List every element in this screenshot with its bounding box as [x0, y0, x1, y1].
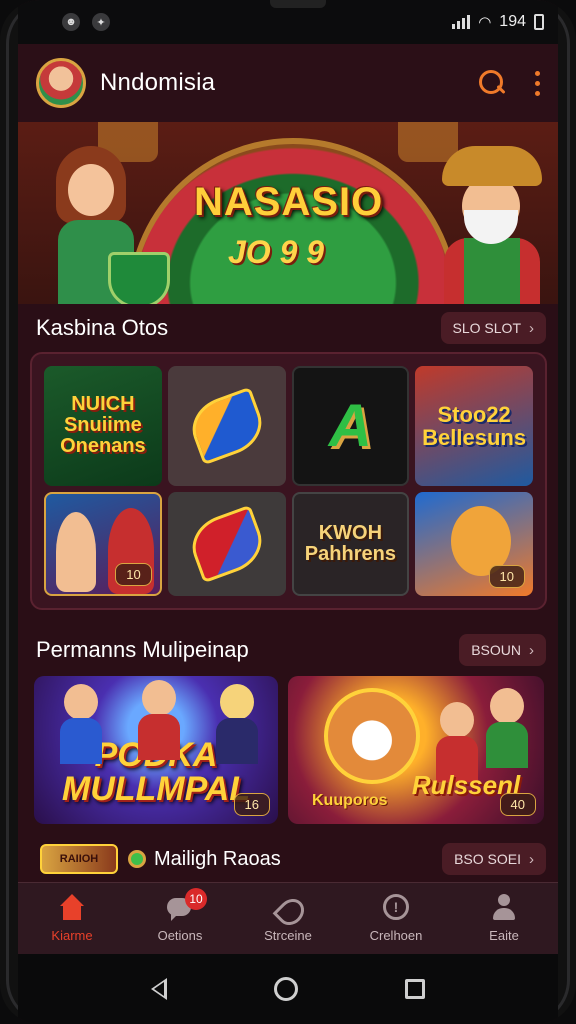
section-title: Permanns Mulipeinap: [36, 637, 249, 662]
multiplayer-card[interactable]: Rulssenl Kuuporos 40: [288, 676, 544, 824]
battery-icon: [534, 14, 544, 30]
game-tile[interactable]: [167, 491, 286, 596]
nav-item-feather[interactable]: Strceine: [234, 883, 342, 954]
character-figure: [486, 688, 528, 768]
character-figure: [56, 511, 96, 592]
slot-games-panel: NUICH Snuiime Onenans A Stoo22 Bellesuns…: [30, 352, 547, 610]
game-tile[interactable]: [167, 366, 286, 486]
live-games-row: RAIIOH Mailigh Raoas BSO SOEI ›: [40, 842, 546, 876]
game-tile[interactable]: A: [291, 366, 410, 486]
chat-icon: 10: [165, 888, 207, 922]
swirl-logo-icon: [183, 386, 270, 465]
phone-frame: ☻ ✦ ◠ 194 Nndomisia NASASIO JO 9 9 Kasbi…: [0, 0, 576, 1024]
game-title: A: [328, 392, 373, 460]
camera-notch: [270, 0, 326, 8]
live-status-icon: [128, 850, 146, 868]
hero-banner[interactable]: NASASIO JO 9 9: [18, 122, 558, 304]
app-screen: ☻ ✦ ◠ 194 Nndomisia NASASIO JO 9 9 Kasbi…: [18, 0, 558, 1024]
game-title: NUICH Snuiime Onenans: [60, 393, 146, 458]
multiplayer-see-all-button[interactable]: BSOUN ›: [459, 634, 546, 666]
game-tile[interactable]: 10: [44, 491, 162, 596]
character-figure: [216, 684, 258, 764]
swirl-logo-icon: [183, 504, 270, 583]
nav-label: Kiarme: [51, 928, 93, 943]
pill-label: BSOUN: [471, 642, 521, 658]
player-count-badge: 10: [115, 563, 152, 586]
wifi-icon: ◠: [478, 14, 492, 31]
chevron-right-icon: ›: [529, 641, 534, 659]
game-tile[interactable]: KWOH Pahhrens: [291, 491, 410, 596]
nav-item-home[interactable]: Kiarme: [18, 883, 126, 954]
nav-label: Strceine: [264, 928, 312, 943]
app-title: Nndomisia: [100, 69, 216, 96]
nav-item-info[interactable]: Crelhoen: [342, 883, 450, 954]
dog-character: [324, 688, 420, 784]
player-count-badge: 40: [499, 793, 536, 816]
chevron-right-icon: ›: [529, 319, 534, 337]
app-header: Nndomisia: [18, 44, 558, 122]
more-vertical-icon[interactable]: [535, 70, 540, 96]
live-game-thumbnail[interactable]: RAIIOH: [40, 844, 118, 874]
hero-character-man: [428, 146, 556, 304]
game-title: KWOH Pahhrens: [304, 521, 396, 565]
game-tile[interactable]: NUICH Snuiime Onenans: [44, 366, 162, 486]
search-icon[interactable]: [477, 68, 507, 98]
game-title: Stoo22 Bellesuns: [422, 401, 527, 450]
home-icon: [57, 894, 87, 922]
live-see-all-button[interactable]: BSO SOEI ›: [442, 843, 546, 875]
avatar[interactable]: [36, 58, 86, 108]
character-figure: [138, 680, 180, 760]
pill-label: SLO SLOT: [452, 320, 521, 336]
slots-section-header: Kasbina Otos SLO SLOT ›: [36, 312, 546, 344]
status-time: 194: [499, 13, 526, 30]
pill-label: BSO SOEI: [454, 851, 521, 867]
nav-label: Oetions: [157, 928, 203, 943]
nav-label: Crelhoen: [369, 928, 423, 943]
row-label: Mailigh Raoas: [154, 847, 281, 870]
section-title: Kasbina Otos: [36, 315, 169, 340]
app-badge-icon: ✦: [92, 13, 110, 31]
game-subtitle: Kuuporos: [312, 792, 388, 809]
home-button-icon[interactable]: [273, 977, 298, 1001]
game-tile[interactable]: Stoo22 Bellesuns: [415, 366, 533, 486]
back-icon[interactable]: [151, 978, 168, 1000]
signal-icon: [452, 15, 471, 29]
system-navigation-bar: [18, 954, 558, 1024]
user-icon: [489, 894, 519, 922]
slots-see-all-button[interactable]: SLO SLOT ›: [440, 312, 546, 344]
notification-badge: 10: [185, 888, 207, 910]
nav-label: Eaite: [489, 928, 519, 943]
nav-item-chat[interactable]: 10 Oetions: [126, 883, 234, 954]
hero-title: NASASIO: [194, 180, 384, 224]
status-bar: ☻ ✦ ◠ 194: [18, 0, 558, 44]
player-count-badge: 10: [488, 565, 525, 588]
hero-numbers: JO 9 9: [228, 234, 325, 270]
bottom-navigation: Kiarme 10 Oetions Strceine Crelhoen Eait…: [18, 882, 558, 954]
nav-item-profile[interactable]: Eaite: [450, 883, 558, 954]
hero-character-woman: [48, 146, 170, 304]
recent-apps-icon[interactable]: [404, 979, 425, 999]
player-count-badge: 16: [233, 793, 270, 816]
info-icon: [381, 894, 411, 922]
multiplayer-section-header: Permanns Mulipeinap BSOUN ›: [36, 634, 546, 666]
game-tile[interactable]: 10: [415, 491, 533, 596]
system-face-icon: ☻: [62, 13, 80, 31]
multiplayer-card[interactable]: PODKA MULLMPAL 16: [34, 676, 278, 824]
chevron-right-icon: ›: [529, 850, 534, 868]
character-figure: [60, 684, 102, 764]
feather-icon: [273, 894, 303, 922]
